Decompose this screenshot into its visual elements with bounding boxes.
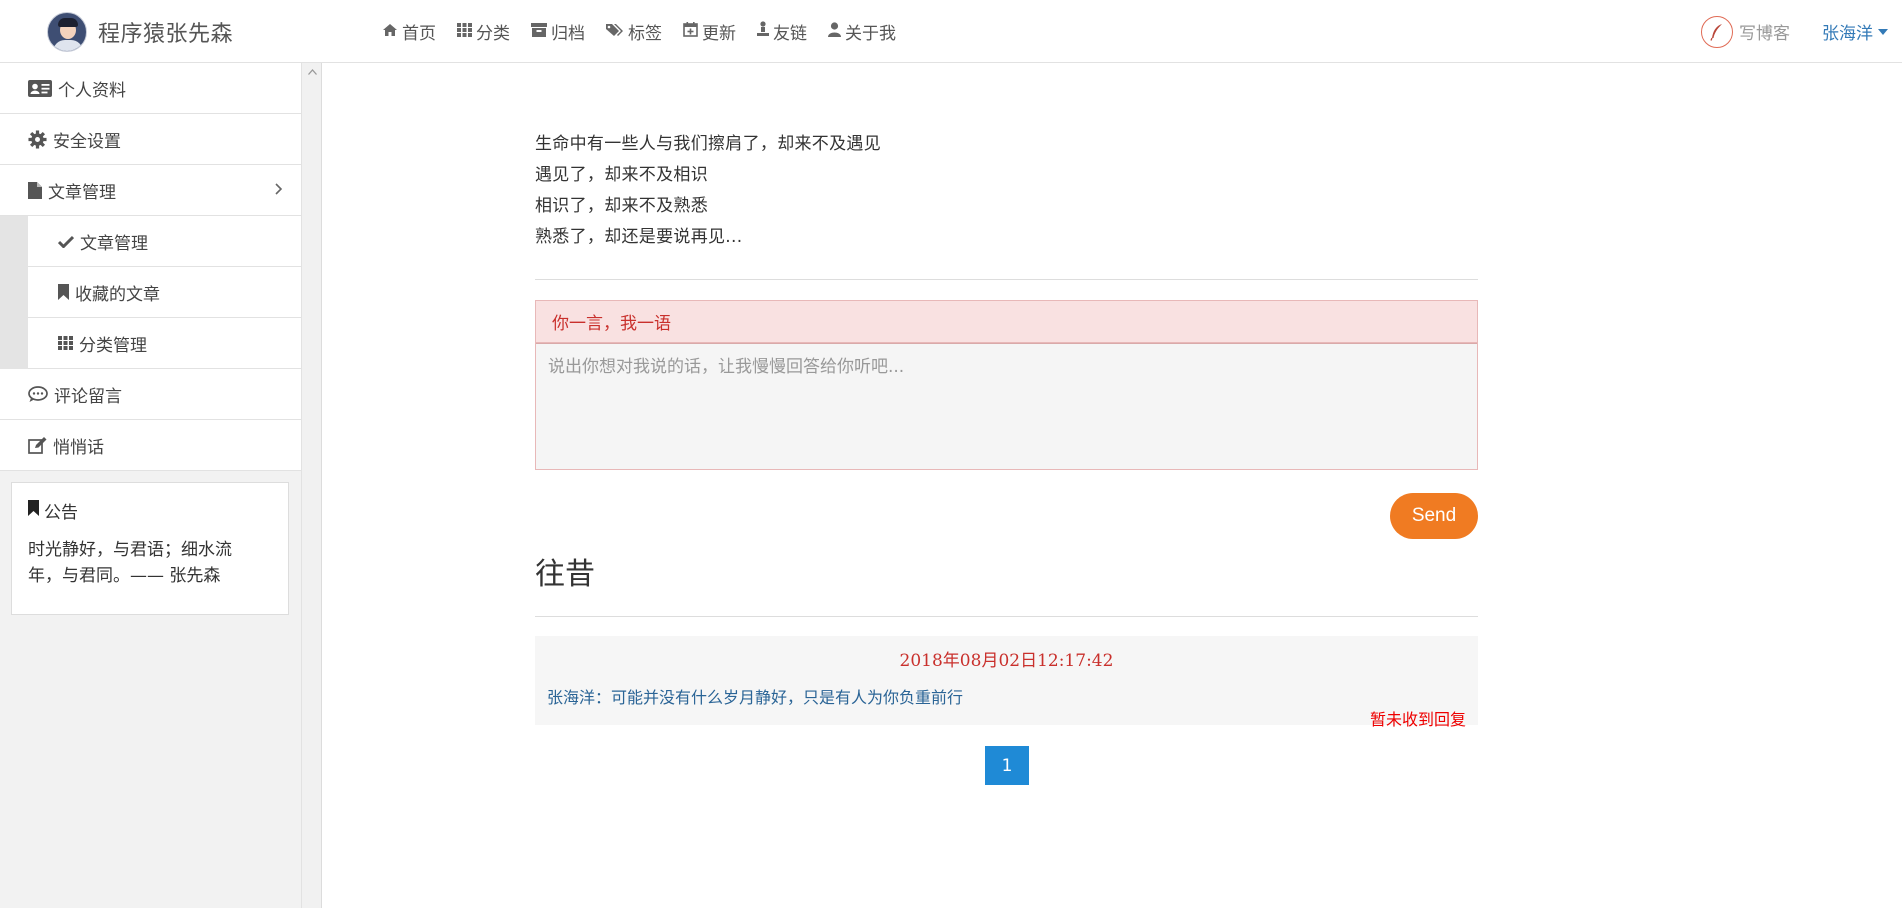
chevron-right-icon <box>275 180 283 199</box>
notice-title-text: 公告 <box>44 503 78 523</box>
poem-line: 遇见了，却来不及相识 <box>535 165 708 185</box>
sidebar-subitem-label: 收藏的文章 <box>75 284 160 305</box>
archive-icon <box>531 22 547 42</box>
pagination-page-1[interactable]: 1 <box>985 746 1029 785</box>
sidebar-item-label: 个人资料 <box>58 80 126 101</box>
nav-right: 写博客 张海洋 <box>1701 0 1888 63</box>
poem-line: 生命中有一些人与我们擦肩了，却来不及遇见 <box>535 134 881 154</box>
sidebar-item-label: 评论留言 <box>54 386 122 407</box>
comment-text: 张海洋：可能并没有什么岁月静好，只是有人为你负重前行 <box>547 688 964 707</box>
nav-item-about[interactable]: 关于我 <box>828 19 896 44</box>
comment-item: 2018年08月02日12:17:42 张海洋：可能并没有什么岁月静好，只是有人… <box>535 636 1478 729</box>
sidebar-item-label: 悄悄话 <box>53 437 104 458</box>
sidebar-subitem-label: 文章管理 <box>80 233 148 254</box>
quill-icon <box>1701 15 1733 48</box>
grid-icon <box>58 336 73 350</box>
notice-title: 公告 <box>28 498 272 523</box>
link-person-icon <box>757 21 769 42</box>
bookmark-icon <box>58 284 69 300</box>
calendar-plus-icon <box>683 21 698 42</box>
nav-label: 分类 <box>476 24 510 44</box>
poem: 生命中有一些人与我们擦肩了，却来不及遇见 遇见了，却来不及相识 相识了，却来不及… <box>535 129 881 253</box>
notice-panel: 公告 时光静好，与君语；细水流 年，与君同。—— 张先森 <box>11 482 289 615</box>
notice-line: 时光静好，与君语；细水流 <box>28 540 232 560</box>
scroll-up-arrow-icon[interactable] <box>308 67 317 78</box>
sidebar-scrollbar[interactable] <box>302 63 322 908</box>
message-box: 你一言，我一语 <box>535 300 1478 470</box>
username: 张海洋 <box>1822 24 1873 44</box>
avatar <box>47 12 87 52</box>
comment-time: 2018年08月02日12:17:42 <box>899 651 1114 671</box>
edit-icon <box>28 436 47 454</box>
nav-item-home[interactable]: 首页 <box>382 19 436 44</box>
sidebar: 个人资料 安全设置 文章管理 文章管理 收藏的文章 分类管理 评论留言 悄悄话 … <box>0 63 302 908</box>
sidebar-subitem-articles[interactable]: 文章管理 <box>28 216 301 267</box>
top-navbar: 程序猿张先森 首页 分类 归档 标签 更新 友链 关于我 写博客 张海洋 <box>0 0 1902 63</box>
poem-line: 熟悉了，却还是要说再见... <box>535 227 743 247</box>
sidebar-subitem-categories[interactable]: 分类管理 <box>28 318 301 369</box>
home-icon <box>382 22 398 42</box>
file-icon <box>28 181 42 199</box>
sidebar-item-article-management[interactable]: 文章管理 <box>0 165 301 216</box>
id-card-icon <box>28 79 52 97</box>
nav-label: 归档 <box>551 24 585 44</box>
main-nav: 首页 分类 归档 标签 更新 友链 关于我 <box>382 0 917 63</box>
sidebar-item-label: 文章管理 <box>48 182 116 203</box>
grid-icon <box>457 22 472 42</box>
nav-label: 标签 <box>628 24 662 44</box>
submenu: 文章管理 收藏的文章 分类管理 <box>0 216 301 369</box>
nav-item-updates[interactable]: 更新 <box>683 19 736 44</box>
sidebar-item-whispers[interactable]: 悄悄话 <box>0 420 301 471</box>
nav-label: 关于我 <box>845 24 896 44</box>
message-header: 你一言，我一语 <box>536 301 1477 343</box>
nav-label: 更新 <box>702 24 736 44</box>
write-blog-button[interactable]: 写博客 <box>1701 15 1790 48</box>
notice-text: 时光静好，与君语；细水流 年，与君同。—— 张先森 <box>28 537 272 589</box>
brand[interactable]: 程序猿张先森 <box>47 12 233 52</box>
tags-icon <box>606 22 624 42</box>
sidebar-item-security[interactable]: 安全设置 <box>0 114 301 165</box>
nav-item-categories[interactable]: 分类 <box>457 19 510 44</box>
sidebar-item-label: 安全设置 <box>53 131 121 152</box>
nav-item-friend-links[interactable]: 友链 <box>757 19 807 44</box>
divider <box>535 616 1478 617</box>
section-title-past: 往昔 <box>535 557 595 592</box>
check-icon <box>58 235 74 248</box>
comment-icon <box>28 385 48 403</box>
write-blog-label: 写博客 <box>1739 24 1790 44</box>
bookmark-icon <box>28 500 39 521</box>
reply-status: 暂未收到回复 <box>1369 710 1466 729</box>
poem-line: 相识了，却来不及熟悉 <box>535 196 708 216</box>
sidebar-subitem-favorites[interactable]: 收藏的文章 <box>28 267 301 318</box>
sidebar-subitem-label: 分类管理 <box>79 335 147 356</box>
divider <box>535 279 1478 280</box>
nav-label: 首页 <box>402 24 436 44</box>
nav-item-tags[interactable]: 标签 <box>606 19 662 44</box>
user-dropdown[interactable]: 张海洋 <box>1822 19 1888 44</box>
notice-line: 年，与君同。—— 张先森 <box>28 566 221 586</box>
message-textarea[interactable] <box>536 343 1477 469</box>
sidebar-item-comments[interactable]: 评论留言 <box>0 369 301 420</box>
gear-icon <box>28 129 47 149</box>
user-icon <box>828 21 841 42</box>
sidebar-item-profile[interactable]: 个人资料 <box>0 63 301 114</box>
send-button[interactable]: Send <box>1390 493 1478 539</box>
nav-label: 友链 <box>773 24 807 44</box>
nav-item-archive[interactable]: 归档 <box>531 19 585 44</box>
main-content: 生命中有一些人与我们擦肩了，却来不及遇见 遇见了，却来不及相识 相识了，却来不及… <box>322 63 1902 908</box>
site-title: 程序猿张先森 <box>98 22 234 47</box>
caret-down-icon <box>1878 28 1888 35</box>
